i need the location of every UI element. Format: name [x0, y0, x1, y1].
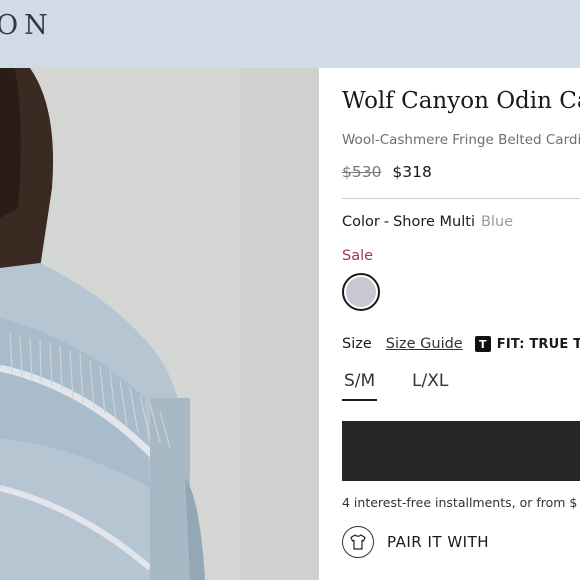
- tshirt-icon: [342, 526, 374, 558]
- color-label: Color: [342, 214, 380, 230]
- size-option-sm[interactable]: S/M: [342, 371, 378, 401]
- fit-badge-icon: T: [474, 336, 491, 352]
- add-to-bag-button[interactable]: [342, 421, 580, 481]
- swatch-fill: [345, 276, 377, 308]
- price-row: $530 $318: [342, 163, 432, 181]
- size-label: Size: [342, 336, 372, 352]
- sale-price: $318: [392, 163, 432, 181]
- product-title: Wolf Canyon Odin Ca: [342, 88, 580, 114]
- divider: [342, 198, 580, 199]
- fit-text: FIT: TRUE TO S: [496, 336, 580, 352]
- product-details-panel: Wolf Canyon Odin Ca Wool-Cashmere Fringe…: [319, 68, 580, 580]
- site-header: ON: [0, 0, 580, 68]
- sale-label: Sale: [342, 248, 374, 264]
- product-image[interactable]: [0, 68, 319, 580]
- color-row: Color - Shore Multi Blue: [342, 214, 513, 230]
- size-guide-link[interactable]: Size Guide: [386, 336, 463, 352]
- color-value: Shore Multi: [393, 214, 475, 230]
- model-photo-illustration: [0, 68, 319, 580]
- pair-it-with-row[interactable]: PAIR IT WITH: [342, 526, 489, 558]
- color-swatch-selected[interactable]: [342, 273, 380, 311]
- size-row: Size Size Guide T FIT: TRUE TO S: [342, 336, 580, 352]
- installments-text: 4 interest-free installments, or from $: [342, 495, 578, 510]
- pair-it-with-label: PAIR IT WITH: [387, 533, 490, 551]
- brand-logo[interactable]: ON: [0, 10, 54, 41]
- color-family: Blue: [480, 214, 514, 230]
- original-price: $530: [342, 163, 382, 181]
- color-separator: -: [383, 214, 390, 230]
- product-subtitle: Wool-Cashmere Fringe Belted Cardi: [342, 132, 580, 148]
- size-option-lxl[interactable]: L/XL: [412, 371, 448, 391]
